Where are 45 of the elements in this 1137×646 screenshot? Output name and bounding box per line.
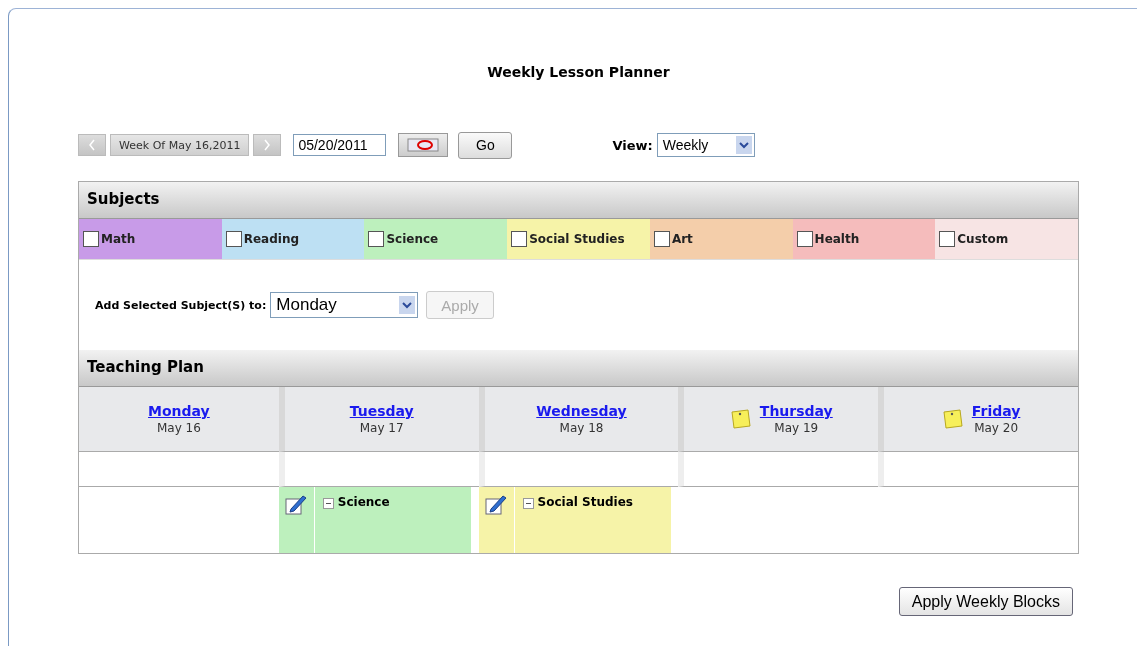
day-date: May 16 <box>156 421 201 435</box>
section-header: Teaching Plan <box>79 350 1078 387</box>
day-dropdown[interactable]: Monday <box>270 292 419 318</box>
day-link[interactable]: Thursday <box>759 403 833 419</box>
lesson-subject: Science <box>337 495 390 509</box>
day-link[interactable]: Monday <box>148 403 210 419</box>
chevron-right-icon <box>263 139 272 151</box>
subject-option[interactable]: Custom <box>935 219 1079 259</box>
calendar-button[interactable] <box>398 133 449 157</box>
collapse-icon[interactable] <box>522 498 534 509</box>
lesson-subject: Social Studies <box>537 495 633 509</box>
checkbox[interactable] <box>939 231 956 247</box>
view-label: View: <box>612 137 653 153</box>
subject-option[interactable]: Social Studies <box>507 219 650 259</box>
week-button[interactable]: Week Of May 16,2011 <box>110 134 250 156</box>
subject-option[interactable]: Reading <box>221 219 365 259</box>
checkbox[interactable] <box>83 231 99 247</box>
day-date: May 17 <box>359 421 404 435</box>
subject-option[interactable]: Math <box>79 219 222 259</box>
day-link[interactable]: Friday <box>971 403 1021 419</box>
page-title: Weekly Lesson Planner <box>486 64 671 80</box>
subject-option[interactable]: Art <box>649 219 793 259</box>
checkbox[interactable] <box>368 231 385 247</box>
checkbox[interactable] <box>796 231 813 247</box>
view-dropdown[interactable]: Weekly <box>656 133 755 157</box>
add-subjects-label: Add Selected Subject(S) to: <box>95 298 267 312</box>
calendar-icon <box>407 138 440 152</box>
apply-weekly-blocks-button[interactable]: Apply Weekly Blocks <box>898 587 1073 616</box>
checkbox[interactable] <box>653 231 670 247</box>
date-field[interactable]: 05/20/2011 <box>293 134 387 156</box>
edit-icon[interactable] <box>285 493 308 515</box>
go-button[interactable]: Go <box>458 131 513 159</box>
subject-option[interactable]: Science <box>364 219 508 259</box>
day-link[interactable]: Wednesday <box>536 403 627 419</box>
subject-option[interactable]: Health <box>792 219 936 259</box>
chevron-left-icon <box>88 139 96 151</box>
section-header: Subjects <box>79 182 1078 219</box>
day-date: May 20 <box>974 421 1019 435</box>
collapse-icon[interactable] <box>322 498 334 509</box>
checkbox[interactable] <box>511 231 528 247</box>
day-link[interactable]: Tuesday <box>349 403 414 419</box>
day-date: May 19 <box>774 421 819 435</box>
checkbox[interactable] <box>225 231 242 247</box>
edit-icon[interactable] <box>485 493 508 515</box>
day-date: May 18 <box>559 421 604 435</box>
